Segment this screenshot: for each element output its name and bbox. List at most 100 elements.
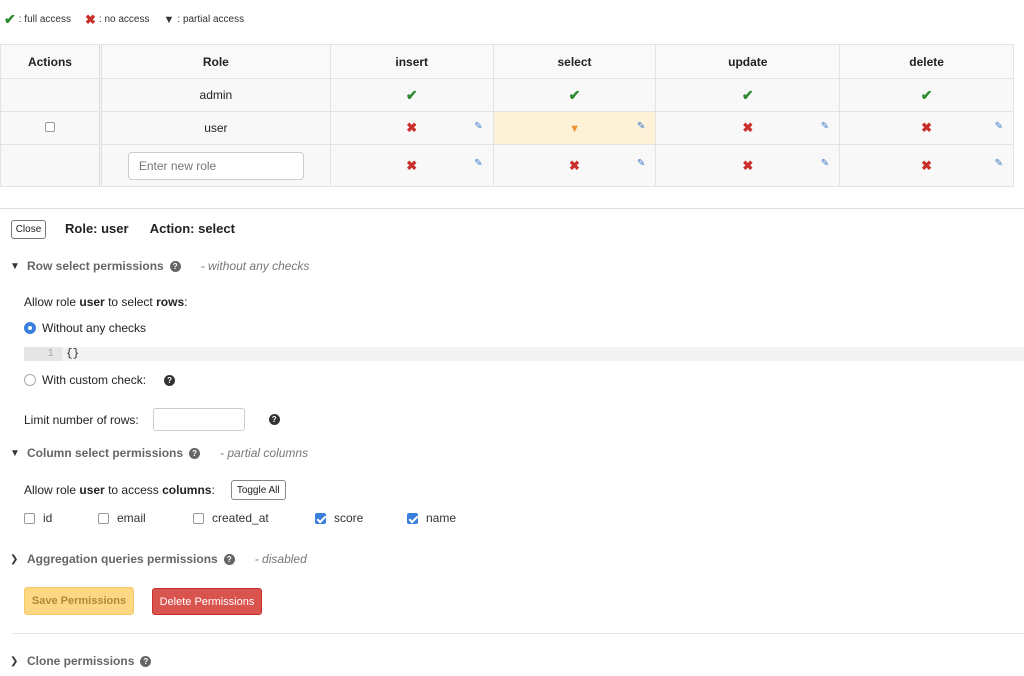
panel-title: Role: user Action: select <box>65 221 253 236</box>
column-checkbox-email[interactable] <box>98 512 109 524</box>
panel-action-title: Action: select <box>149 221 235 236</box>
legend-full-label: : full access <box>18 14 71 25</box>
chevron-down-icon: ▼ <box>10 447 20 459</box>
header-insert: insert <box>329 44 494 79</box>
perm-cell-admin-update[interactable]: ✔ <box>655 78 841 112</box>
allow-prefix: Allow role <box>24 483 77 497</box>
perm-cell-new-select[interactable]: ✖ ✎ <box>492 144 657 187</box>
option-custom-label: With custom check: <box>42 373 147 387</box>
pencil-icon[interactable]: ✎ <box>995 121 1003 132</box>
column-option-created-at[interactable]: created_at <box>193 511 315 525</box>
column-checkbox-created-at[interactable] <box>193 512 204 524</box>
pencil-icon[interactable]: ✎ <box>637 158 645 169</box>
chevron-down-icon: ▼ <box>10 260 20 272</box>
table-row: ✖✎ ✖✎ ✖✎ ✖✎ <box>0 144 1014 187</box>
allow-suffix: : <box>184 295 188 309</box>
legend-no-access: ✖ : no access <box>85 12 150 28</box>
aggregation-section-header[interactable]: ❯ Aggregation queries permissions ? - di… <box>10 552 307 566</box>
table-row: admin ✔ ✔ ✔ ✔ <box>0 78 1014 112</box>
column-permissions-title: Column select permissions <box>27 446 184 460</box>
panel-role-title: Role: user <box>65 221 129 236</box>
legend-none-label: : no access <box>98 14 150 25</box>
row-actions-cell <box>0 78 101 112</box>
row-permissions-section-header[interactable]: ▼ Row select permissions ? - without any… <box>10 259 309 273</box>
help-icon[interactable]: ? <box>140 655 152 667</box>
option-without-label: Without any checks <box>42 321 147 335</box>
column-checkbox-id[interactable] <box>24 512 35 524</box>
check-icon: ✔ <box>4 11 16 27</box>
perm-cell-new-update[interactable]: ✖ ✎ <box>655 144 841 187</box>
help-icon[interactable]: ? <box>189 447 201 459</box>
perm-cell-user-insert[interactable]: ✖ ✎ <box>329 111 494 145</box>
code-editor[interactable]: 1 {} <box>24 347 1024 361</box>
column-option-name[interactable]: name <box>407 511 487 525</box>
cross-icon: ✖ <box>742 157 754 173</box>
check-icon: ✔ <box>405 86 418 103</box>
limit-rows-line: Limit number of rows: ? <box>24 408 280 431</box>
cross-icon: ✖ <box>921 120 933 135</box>
permissions-table: Actions Role insert select update delete… <box>0 44 1014 187</box>
row-actions-cell <box>0 111 101 145</box>
filter-icon: ▼ <box>163 13 175 26</box>
save-permissions-button[interactable]: Save Permissions <box>24 587 134 615</box>
perm-cell-admin-delete[interactable]: ✔ <box>839 78 1014 112</box>
header-actions: Actions <box>0 44 101 79</box>
cross-icon: ✖ <box>84 11 96 27</box>
column-option-score[interactable]: score <box>315 511 407 525</box>
help-icon[interactable]: ? <box>164 374 176 386</box>
allow-mid: to access <box>108 483 159 497</box>
perm-cell-admin-select[interactable]: ✔ <box>492 78 657 112</box>
divider <box>12 633 1024 634</box>
radio-without-checks[interactable] <box>24 322 36 334</box>
perm-cell-admin-insert[interactable]: ✔ <box>329 78 494 112</box>
new-role-cell <box>98 144 331 187</box>
column-label: email <box>117 511 146 525</box>
legend-partial-access: ▼ : partial access <box>163 14 244 26</box>
cross-icon: ✖ <box>921 157 933 173</box>
perm-cell-user-select[interactable]: ▼ ✎ <box>492 111 657 145</box>
toggle-all-button[interactable]: Toggle All <box>230 480 286 500</box>
pencil-icon[interactable]: ✎ <box>995 158 1003 169</box>
help-icon[interactable]: ? <box>268 414 280 425</box>
header-role: Role <box>98 44 331 79</box>
column-option-id[interactable]: id <box>24 511 98 525</box>
pencil-icon[interactable]: ✎ <box>474 158 482 169</box>
column-checkbox-list: id email created_at score name <box>24 511 487 525</box>
cross-icon: ✖ <box>406 120 418 135</box>
legend-partial-label: : partial access <box>177 14 245 25</box>
check-icon: ✔ <box>920 86 933 103</box>
pencil-icon[interactable]: ✎ <box>474 121 482 132</box>
row-select-checkbox[interactable] <box>44 122 55 132</box>
header-select: select <box>492 44 657 79</box>
row-actions-cell <box>0 144 101 187</box>
row-permissions-title: Row select permissions <box>27 259 164 273</box>
option-custom-check[interactable]: With custom check: ? <box>24 373 176 387</box>
limit-rows-input[interactable] <box>152 408 245 431</box>
radio-custom-check[interactable] <box>24 374 36 386</box>
help-icon[interactable]: ? <box>223 553 235 565</box>
column-permissions-note: - partial columns <box>220 446 309 460</box>
column-permissions-section-header[interactable]: ▼ Column select permissions ? - partial … <box>10 446 308 460</box>
allow-role: user <box>79 295 105 309</box>
close-button[interactable]: Close <box>11 220 46 239</box>
clone-section-header[interactable]: ❯ Clone permissions ? <box>10 654 152 668</box>
column-checkbox-score[interactable] <box>315 512 326 524</box>
column-checkbox-name[interactable] <box>407 512 418 524</box>
pencil-icon[interactable]: ✎ <box>637 121 645 132</box>
perm-cell-new-delete[interactable]: ✖ ✎ <box>839 144 1014 187</box>
column-label: created_at <box>212 511 269 525</box>
column-option-email[interactable]: email <box>98 511 193 525</box>
perm-cell-user-update[interactable]: ✖ ✎ <box>655 111 841 145</box>
perm-cell-new-insert[interactable]: ✖ ✎ <box>329 144 494 187</box>
aggregation-note: - disabled <box>254 552 307 566</box>
new-role-input[interactable] <box>127 151 304 180</box>
delete-permissions-button[interactable]: Delete Permissions <box>152 588 262 615</box>
code-line-number: 1 <box>24 347 62 361</box>
row-allow-text: Allow role user to select rows: <box>24 295 187 309</box>
perm-cell-user-delete[interactable]: ✖ ✎ <box>839 111 1014 145</box>
allow-mid: to select <box>108 295 153 309</box>
help-icon[interactable]: ? <box>169 260 181 272</box>
pencil-icon[interactable]: ✎ <box>821 121 829 132</box>
option-without-checks[interactable]: Without any checks <box>24 321 146 335</box>
pencil-icon[interactable]: ✎ <box>821 158 829 169</box>
